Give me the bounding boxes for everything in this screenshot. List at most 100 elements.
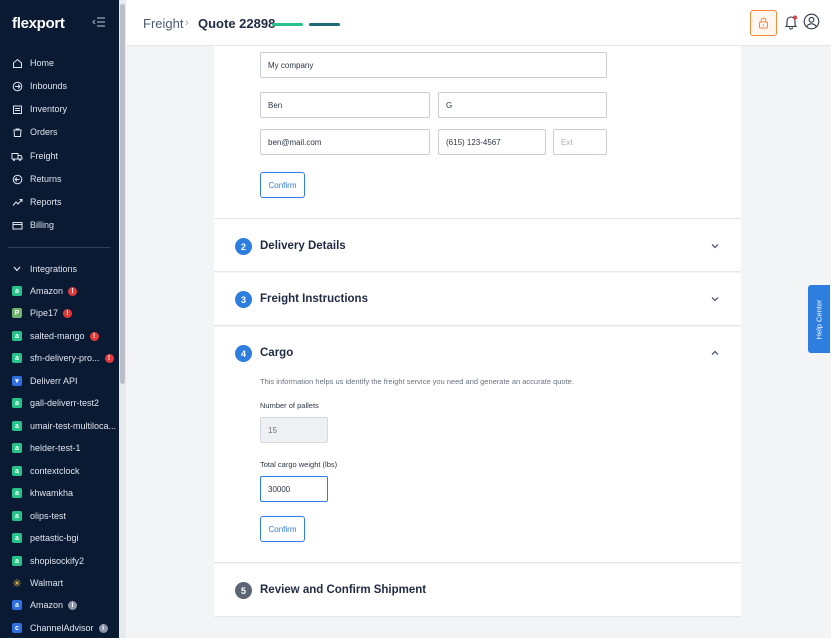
- walmart-spark-icon: ✳: [12, 577, 22, 590]
- nav-orders[interactable]: Orders: [0, 121, 119, 143]
- sidebar-scrollbar-thumb[interactable]: [120, 4, 125, 384]
- section-title: Delivery Details: [260, 240, 346, 252]
- home-icon: [11, 57, 23, 69]
- user-account-icon[interactable]: [803, 13, 820, 30]
- nav-inventory[interactable]: Inventory: [0, 98, 119, 120]
- integration-item[interactable]: a Amazon !: [0, 280, 119, 302]
- integration-item[interactable]: a helder-test-1: [0, 437, 119, 459]
- integration-label: sfn-delivery-pro...: [30, 353, 100, 363]
- returns-icon: [11, 173, 23, 185]
- integration-label: gall-deliverr-test2: [30, 398, 100, 408]
- nav-billing[interactable]: Billing: [0, 214, 119, 236]
- step-number: 5: [235, 582, 252, 599]
- phone-ext-field[interactable]: Ext: [553, 129, 607, 155]
- nav-inbounds[interactable]: Inbounds: [0, 75, 119, 97]
- integration-item[interactable]: a umair-test-multiloca...: [0, 415, 119, 437]
- last-name-field[interactable]: G: [438, 92, 607, 118]
- integration-item[interactable]: c ChannelAdvisor i: [0, 617, 119, 638]
- integration-label: Deliverr API: [30, 376, 78, 386]
- review-confirm-section[interactable]: 5 Review and Confirm Shipment: [214, 564, 741, 617]
- sidebar-divider: [8, 247, 110, 248]
- shopping-bag-icon: a: [12, 331, 22, 341]
- cargo-weight-field[interactable]: 30000: [260, 476, 328, 502]
- error-badge: !: [89, 331, 99, 341]
- amazon-icon: a: [12, 600, 22, 610]
- nav-home[interactable]: Home: [0, 52, 119, 74]
- step-number: 4: [235, 345, 252, 362]
- deliverr-icon: ▾: [12, 376, 22, 386]
- freight-instructions-section[interactable]: 3 Freight Instructions: [214, 273, 741, 326]
- email-field[interactable]: ben@mail.com: [260, 129, 430, 155]
- chevron-up-icon[interactable]: [710, 348, 720, 358]
- delivery-details-section[interactable]: 2 Delivery Details: [214, 219, 741, 272]
- nav-freight[interactable]: Freight: [0, 145, 119, 167]
- chevron-down-icon[interactable]: [710, 241, 720, 251]
- breadcrumb-separator: ›: [185, 17, 189, 29]
- chevron-down-icon: [11, 263, 23, 275]
- page-title: Quote 22898: [198, 16, 276, 31]
- help-center-label: Help Center: [814, 298, 824, 340]
- inventory-icon: [11, 103, 23, 115]
- integration-label: shopisockify2: [30, 556, 85, 566]
- progress-segment-current: [309, 23, 340, 26]
- nav-label: Inbounds: [30, 81, 68, 91]
- reports-icon: [11, 196, 23, 208]
- lock-icon: [759, 17, 768, 29]
- chevron-down-icon[interactable]: [710, 294, 720, 304]
- phone-field[interactable]: (615) 123-4567: [438, 129, 546, 155]
- billing-icon: [11, 219, 23, 231]
- cargo-section: 4 Cargo This information helps us identi…: [214, 327, 741, 563]
- integration-item[interactable]: a gall-deliverr-test2: [0, 392, 119, 414]
- nav-label: Billing: [30, 220, 55, 230]
- integration-item[interactable]: a olips-test: [0, 505, 119, 527]
- error-badge: !: [63, 308, 73, 318]
- nav-reports[interactable]: Reports: [0, 191, 119, 213]
- shopping-bag-icon: a: [12, 353, 22, 363]
- integration-item[interactable]: P Pipe17 !: [0, 302, 119, 324]
- integration-label: contextclock: [30, 466, 80, 476]
- nav-label: Reports: [30, 197, 62, 207]
- shopping-bag-icon: a: [12, 466, 22, 476]
- integration-label: helder-test-1: [30, 443, 81, 453]
- integration-label: khwamkha: [30, 488, 74, 498]
- integration-item[interactable]: a salted-mango !: [0, 325, 119, 347]
- integration-item[interactable]: a khwamkha: [0, 482, 119, 504]
- progress-segment-complete: [272, 23, 303, 26]
- confirm-contact-button[interactable]: Confirm: [260, 172, 305, 198]
- integration-item[interactable]: a contextclock: [0, 460, 119, 482]
- company-field[interactable]: My company: [260, 52, 607, 78]
- breadcrumb-freight[interactable]: Freight: [143, 16, 183, 31]
- integration-item[interactable]: a shopisockify2: [0, 550, 119, 572]
- error-badge: !: [68, 286, 78, 296]
- inbound-icon: [11, 80, 23, 92]
- lock-button[interactable]: [750, 10, 777, 36]
- nav-label: Inventory: [30, 104, 68, 114]
- shopping-bag-icon: a: [12, 556, 22, 566]
- info-badge: i: [68, 600, 78, 610]
- freight-icon: [11, 150, 23, 162]
- step-number: 2: [235, 238, 252, 255]
- integration-label: Amazon: [30, 286, 64, 296]
- shopping-bag-icon: a: [12, 533, 22, 543]
- confirm-cargo-button[interactable]: Confirm: [260, 516, 305, 542]
- integration-label: ChannelAdvisor: [30, 623, 94, 633]
- integration-item[interactable]: a pettastic-bgi: [0, 527, 119, 549]
- nav-returns[interactable]: Returns: [0, 168, 119, 190]
- help-center-tab[interactable]: Help Center: [808, 285, 830, 353]
- section-title: Review and Confirm Shipment: [260, 584, 427, 596]
- nav-label: Home: [30, 58, 55, 68]
- notifications-bell-icon[interactable]: [783, 14, 799, 30]
- shopping-bag-icon: a: [12, 286, 22, 296]
- info-badge: i: [98, 623, 108, 633]
- integration-item[interactable]: ✳ Walmart: [0, 572, 119, 594]
- section-title: Cargo: [260, 347, 294, 359]
- integration-item[interactable]: ▾ Deliverr API: [0, 370, 119, 392]
- brand-logo[interactable]: flexport: [12, 15, 65, 32]
- first-name-field[interactable]: Ben: [260, 92, 430, 118]
- error-badge: !: [104, 353, 114, 363]
- integration-item[interactable]: a sfn-delivery-pro... !: [0, 347, 119, 369]
- integration-item[interactable]: a Amazon i: [0, 594, 119, 616]
- pipe17-icon: P: [12, 308, 22, 318]
- integrations-toggle[interactable]: Integrations: [0, 258, 119, 280]
- collapse-sidebar-icon[interactable]: [92, 15, 106, 29]
